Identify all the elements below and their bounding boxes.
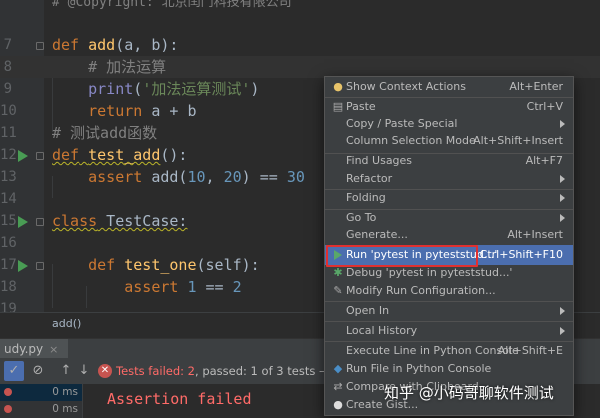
keyword: return <box>88 102 143 120</box>
menu-item-column-selection-mode[interactable]: Column Selection Mode Alt+Shift+Insert <box>325 131 573 151</box>
run-tab-label: udy.py <box>4 342 44 356</box>
comment: # 加法运算 <box>88 58 167 76</box>
menu-item-debug-pytest[interactable]: ✱ Debug 'pytest in pyteststud...' <box>325 263 573 283</box>
github-icon: ● <box>333 398 343 411</box>
run-tab[interactable]: udy.py × <box>0 339 69 359</box>
submenu-arrow-icon <box>560 120 565 128</box>
run-test-icon[interactable] <box>18 260 28 272</box>
line-number: 14 <box>0 191 17 207</box>
params: (self): <box>196 256 260 274</box>
params: (): <box>160 146 188 164</box>
keyword: assert <box>124 278 179 296</box>
fold-marker-icon[interactable] <box>36 152 44 160</box>
comment: # 测试add函数 <box>52 124 158 142</box>
keyword: assert <box>88 168 143 186</box>
menu-item-local-history[interactable]: Local History <box>325 321 573 341</box>
code-line[interactable]: 7 def add(a, b): <box>0 34 600 56</box>
line-number: 8 <box>3 59 12 75</box>
menu-item-execute-line-console[interactable]: Execute Line in Python Console Alt+Shift… <box>325 341 573 361</box>
menu-item-open-in[interactable]: Open In <box>325 301 573 321</box>
arrow-up-icon[interactable]: ↑ <box>56 361 76 381</box>
submenu-arrow-icon <box>560 194 565 202</box>
expression: a + b <box>142 102 197 120</box>
menu-item-generate[interactable]: Generate... Alt+Insert <box>325 225 573 245</box>
fold-marker-icon[interactable] <box>36 262 44 270</box>
function-name: add <box>88 36 116 54</box>
line-number: 18 <box>0 279 17 295</box>
keyword: def <box>88 256 116 274</box>
params: (a, b): <box>115 36 179 54</box>
arrow-down-icon[interactable]: ↓ <box>74 361 94 381</box>
fail-marker-icon <box>4 405 12 413</box>
submenu-arrow-icon <box>560 175 565 183</box>
bulb-icon: ● <box>333 80 343 93</box>
fail-marker-icon <box>4 388 12 396</box>
line-number: 10 <box>0 103 17 119</box>
class-name: TestCase: <box>97 212 188 230</box>
copyright-comment: # @Copyright: 北京闰门科技有限公司 <box>52 0 292 10</box>
line-number: 11 <box>0 125 17 141</box>
menu-item-show-context-actions[interactable]: ● Show Context Actions Alt+Enter <box>325 77 573 97</box>
breadcrumb[interactable]: add() <box>52 317 81 330</box>
stop-icon[interactable]: ⊘ <box>28 361 48 381</box>
function-name: test_one <box>124 256 197 274</box>
close-icon[interactable]: × <box>49 343 58 356</box>
line-number: 13 <box>0 169 17 185</box>
function-name: test_add <box>88 146 161 164</box>
line-number: 16 <box>0 235 17 251</box>
debug-icon: ✱ <box>333 266 343 279</box>
watermark: 知乎 @小码哥聊软件测试 <box>384 384 554 402</box>
line-number: 15 <box>0 213 17 229</box>
menu-item-folding[interactable]: Folding <box>325 188 573 208</box>
line-number: 17 <box>0 257 17 273</box>
compare-icon: ⇄ <box>333 380 343 393</box>
run-test-icon[interactable] <box>18 216 28 228</box>
wrench-icon: ✎ <box>333 284 343 297</box>
builtin: print <box>88 80 134 98</box>
check-icon[interactable]: ✓ <box>4 361 24 381</box>
fold-marker-icon[interactable] <box>36 218 44 226</box>
test-status-text: Tests failed: 2, passed: 1 of 3 tests – … <box>116 364 357 378</box>
fold-marker-icon[interactable] <box>36 42 44 50</box>
assertion-message: Assertion failed <box>107 390 252 408</box>
keyword: class <box>52 212 98 230</box>
run-test-icon[interactable] <box>18 150 28 162</box>
fail-icon: ✕ <box>98 364 112 378</box>
line-number: 9 <box>3 81 12 97</box>
submenu-arrow-icon <box>560 307 565 315</box>
menu-item-refactor[interactable]: Refactor <box>325 169 573 189</box>
menu-item-run-file-console[interactable]: ◆ Run File in Python Console <box>325 359 573 379</box>
keyword: def <box>52 36 80 54</box>
string-literal: '加法运算测试' <box>142 80 251 98</box>
tree-row[interactable]: 0 ms <box>0 384 82 401</box>
line-number: 7 <box>3 37 12 53</box>
code-line-current[interactable]: 8 # 加法运算 <box>0 56 600 78</box>
keyword: def <box>52 146 80 164</box>
menu-item-modify-run-configuration[interactable]: ✎ Modify Run Configuration... <box>325 281 573 301</box>
python-icon: ◆ <box>333 362 343 375</box>
test-tree[interactable]: 0 ms 0 ms <box>0 384 83 418</box>
submenu-arrow-icon <box>560 327 565 335</box>
context-menu: ● Show Context Actions Alt+Enter ▤ Paste… <box>324 76 574 416</box>
submenu-arrow-icon <box>560 214 565 222</box>
tree-row[interactable]: 0 ms <box>0 401 82 418</box>
menu-item-find-usages[interactable]: Find Usages Alt+F7 <box>325 151 573 171</box>
line-number: 12 <box>0 147 17 163</box>
